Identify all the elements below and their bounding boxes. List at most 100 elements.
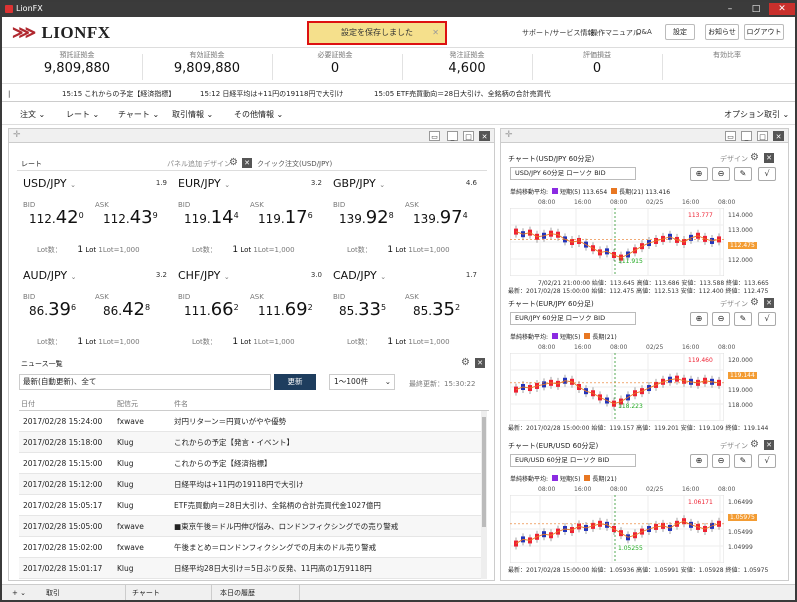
toast-close-icon[interactable]: ✕ [432, 23, 439, 43]
close-panel-icon[interactable]: ✕ [479, 131, 490, 141]
settings-button[interactable]: 設定 [665, 24, 695, 40]
zoom-in-icon[interactable]: ⊕ [690, 167, 708, 181]
pair-name[interactable]: CAD/JPY ⌄ [333, 269, 386, 282]
ticker-item[interactable]: 15:15 これからの予定【経済指標】 [62, 86, 175, 101]
news-row[interactable]: 2017/02/28 15:05:00 fxwave ■東京午後＝ドル円伸び悩み、ロ… [19, 516, 481, 537]
ask-price[interactable]: 119.176 [258, 207, 313, 228]
menu-option-trade[interactable]: オプション取引 ⌄ [724, 105, 789, 125]
add-panel-link[interactable]: パネル追加 [167, 159, 202, 169]
bid-price[interactable]: 85.335 [339, 299, 386, 320]
news-row[interactable]: 2017/02/28 15:18:00 Klug これからの予定【発言・イベント】 [19, 432, 481, 453]
design-link[interactable]: デザイン [203, 159, 231, 169]
menu-chart[interactable]: チャート ⌄ [118, 105, 159, 125]
rate-card-chf-jpy[interactable]: CHF/JPY ⌄ 3.0 BID ASK 111.662 111.692 Lot数： 1 … [178, 269, 326, 354]
rate-card-aud-jpy[interactable]: AUD/JPY ⌄ 3.2 BID ASK 86.396 86.428 Lot数： 1 Lo… [23, 269, 171, 354]
minimize-button[interactable]: – [717, 3, 743, 15]
news-row[interactable]: 2017/02/28 15:24:00 fxwave 対円リターン＝円買いがやや優勢 [19, 411, 481, 432]
close-panel-icon[interactable]: ✕ [773, 131, 784, 141]
bid-price[interactable]: 86.396 [29, 299, 76, 320]
menu-rate[interactable]: レート ⌄ [66, 105, 99, 125]
chart-symbol-select[interactable]: EUR/JPY 60分足 ローソク BID [510, 312, 636, 325]
gear-icon[interactable]: ⚙ [750, 152, 759, 163]
add-tab-icon[interactable]: + ⌄ [12, 585, 26, 600]
news-row[interactable]: 2017/02/28 15:01:17 Klug 日経平均28日大引け＝5日ぶり反発… [19, 558, 481, 579]
ask-price[interactable]: 139.974 [413, 207, 468, 228]
lot-size[interactable]: Lot数： 1 Lot 1Lot=1,000 [192, 245, 295, 255]
pair-name[interactable]: USD/JPY ⌄ [23, 177, 76, 190]
news-filter-field[interactable]: 最新(自動更新)、全て [19, 374, 271, 390]
zoom-in-icon[interactable]: ⊕ [690, 454, 708, 468]
lot-size[interactable]: Lot数： 1 Lot 1Lot=1,000 [37, 337, 140, 347]
faq-link[interactable]: Q&A [636, 28, 652, 36]
ticker-item[interactable]: 15:12 日経平均は+11円の19118円で大引け [200, 86, 343, 101]
ask-price[interactable]: 86.428 [103, 299, 150, 320]
pair-name[interactable]: AUD/JPY ⌄ [23, 269, 76, 282]
ticker-item[interactable]: 15:05 ETF売買動向＝28日大引け、全銘柄の合計売買代 [374, 86, 551, 101]
close-icon[interactable]: ✕ [764, 153, 774, 163]
indicator-icon[interactable]: √ [758, 167, 776, 181]
ask-price[interactable]: 111.692 [258, 299, 313, 320]
ask-price[interactable]: 85.352 [413, 299, 460, 320]
gear-icon[interactable]: ⚙ [750, 439, 759, 450]
gear-icon[interactable]: ⚙ [750, 297, 759, 308]
lot-size[interactable]: Lot数： 1 Lot 1Lot=1,000 [37, 245, 140, 255]
menu-trade-info[interactable]: 取引情報 ⌄ [172, 105, 213, 125]
pair-name[interactable]: EUR/JPY ⌄ [178, 177, 230, 190]
drag-handle-icon[interactable]: ✛ [13, 130, 21, 140]
news-refresh-button[interactable]: 更新 [274, 374, 316, 390]
news-range-select[interactable]: 1〜100件 ⌄ [329, 374, 395, 390]
pair-name[interactable]: CHF/JPY ⌄ [178, 269, 230, 282]
rate-card-usd-jpy[interactable]: USD/JPY ⌄ 1.9 BID ASK 112.420 112.439 Lot数： 1 … [23, 177, 171, 262]
minimize-panel-icon[interactable]: _ [447, 131, 458, 141]
footer-tab-trade[interactable]: 取引 [46, 585, 126, 600]
news-row[interactable]: 2017/02/28 15:12:00 Klug 日経平均は+11円の19118円で… [19, 474, 481, 495]
close-icon[interactable]: ✕ [764, 298, 774, 308]
lot-size[interactable]: Lot数： 1 Lot 1Lot=1,000 [192, 337, 295, 347]
news-row[interactable]: 2017/02/28 15:02:00 fxwave 午後まとめ＝ロンドンフィクシン… [19, 537, 481, 558]
news-row[interactable]: 2017/02/28 15:05:17 Klug ETF売買動向＝28日大引け、全銘… [19, 495, 481, 516]
news-scrollbar[interactable] [481, 411, 487, 579]
chart-design-link[interactable]: デザイン [720, 299, 748, 309]
layout-icon[interactable]: ▭ [429, 131, 440, 141]
draw-tool-icon[interactable]: ✎ [734, 167, 752, 181]
gear-icon[interactable]: ⚙ [229, 157, 238, 168]
bid-price[interactable]: 111.662 [184, 299, 239, 320]
draw-tool-icon[interactable]: ✎ [734, 312, 752, 326]
layout-icon[interactable]: ▭ [725, 131, 736, 141]
logout-button[interactable]: ログアウト [744, 24, 784, 40]
ask-price[interactable]: 112.439 [103, 207, 158, 228]
chart-symbol-select[interactable]: EUR/USD 60分足 ローソク BID [510, 454, 636, 467]
zoom-out-icon[interactable]: ⊖ [712, 454, 730, 468]
news-row[interactable]: 2017/02/28 15:15:00 Klug これからの予定【経済指標】 [19, 453, 481, 474]
rate-card-gbp-jpy[interactable]: GBP/JPY ⌄ 4.6 BID ASK 139.928 139.974 Lot数： 1 … [333, 177, 481, 262]
maximize-button[interactable]: □ [743, 3, 769, 15]
chart-design-link[interactable]: デザイン [720, 441, 748, 451]
bid-price[interactable]: 139.928 [339, 207, 394, 228]
close-icon[interactable]: ✕ [764, 440, 774, 450]
quick-order-label[interactable]: クイック注文(USD/JPY) [257, 159, 332, 169]
maximize-panel-icon[interactable]: □ [757, 131, 768, 141]
rate-card-cad-jpy[interactable]: CAD/JPY ⌄ 1.7 BID ASK 85.335 85.352 Lot数： 1 Lo… [333, 269, 481, 354]
menu-order[interactable]: 注文 ⌄ [20, 105, 45, 125]
menu-other-info[interactable]: その他情報 ⌄ [234, 105, 283, 125]
footer-tab-history[interactable]: 本日の履歴 [220, 585, 300, 600]
zoom-out-icon[interactable]: ⊖ [712, 312, 730, 326]
manual-link[interactable]: 操作マニュアル [591, 28, 640, 38]
chart-design-link[interactable]: デザイン [720, 154, 748, 164]
drag-handle-icon[interactable]: ✛ [505, 130, 513, 140]
chart-symbol-select[interactable]: USD/JPY 60分足 ローソク BID [510, 167, 636, 180]
footer-tab-chart[interactable]: チャート [132, 585, 212, 600]
zoom-in-icon[interactable]: ⊕ [690, 312, 708, 326]
indicator-icon[interactable]: √ [758, 312, 776, 326]
close-icon[interactable]: ✕ [242, 158, 252, 168]
news-ticker[interactable]: | 15:15 これからの予定【経済指標】 15:12 日経平均は+11円の19… [2, 86, 795, 102]
close-icon[interactable]: ✕ [475, 358, 485, 368]
bid-price[interactable]: 112.420 [29, 207, 84, 228]
lot-size[interactable]: Lot数： 1 Lot 1Lot=1,000 [347, 337, 450, 347]
minimize-panel-icon[interactable]: _ [741, 131, 752, 141]
lot-size[interactable]: Lot数： 1 Lot 1Lot=1,000 [347, 245, 450, 255]
notice-button[interactable]: お知らせ [705, 24, 739, 40]
close-window-button[interactable]: ✕ [769, 3, 795, 15]
support-link[interactable]: サポート/サービス情報 [522, 28, 594, 38]
zoom-out-icon[interactable]: ⊖ [712, 167, 730, 181]
